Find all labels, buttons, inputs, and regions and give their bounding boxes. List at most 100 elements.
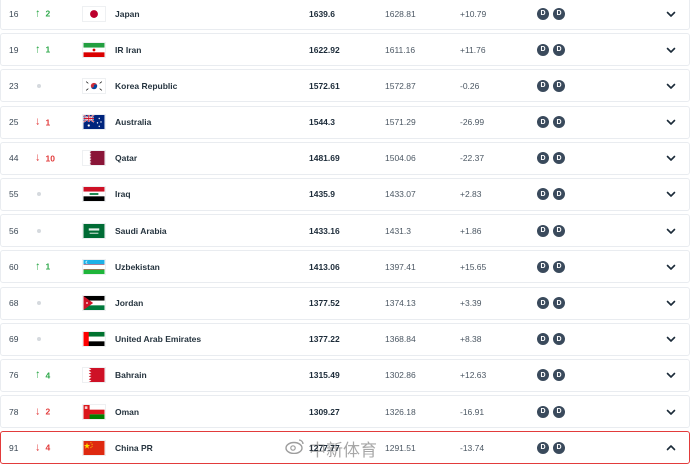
form-badge[interactable]: D bbox=[537, 224, 549, 237]
table-row[interactable]: 78 ↓ 2 Oman 1309.27 1326.18 -16.91 D D bbox=[0, 395, 690, 429]
team-name[interactable]: Iraq bbox=[115, 189, 131, 199]
previous-points: 1431.3 bbox=[385, 225, 411, 236]
form-badge[interactable]: D bbox=[553, 441, 565, 454]
form-badge[interactable]: D bbox=[537, 260, 549, 273]
table-row[interactable]: 69 United Arab Emirates 1377.22 1368.84 … bbox=[0, 322, 690, 356]
form-badges: D D bbox=[537, 152, 565, 165]
korea-flag bbox=[82, 77, 106, 94]
table-row[interactable]: 44 ↓ 10 Qatar 1481.69 1504.06 -22.37 D D bbox=[0, 141, 690, 175]
form-badges: D D bbox=[537, 79, 565, 92]
form-badge[interactable]: D bbox=[553, 43, 565, 56]
no-change-dot-icon bbox=[37, 337, 41, 342]
form-badge[interactable]: D bbox=[553, 297, 565, 309]
team-name[interactable]: Japan bbox=[115, 9, 140, 19]
total-points: 1572.61 bbox=[309, 80, 340, 91]
chevron-down-icon[interactable] bbox=[664, 187, 678, 201]
form-badge[interactable]: D bbox=[553, 116, 565, 129]
form-badge[interactable]: D bbox=[553, 405, 565, 418]
rank-change: ↓ 4 bbox=[35, 442, 50, 453]
team-name[interactable]: Korea Republic bbox=[115, 81, 177, 91]
table-row[interactable]: 91 ↓ 4 China PR 1277.77 1291.51 -13.74 D … bbox=[0, 431, 690, 465]
form-badge[interactable]: D bbox=[537, 116, 549, 129]
table-row[interactable]: 68 Jordan 1377.52 1374.13 +3.39 D D bbox=[0, 286, 690, 320]
form-badge[interactable]: D bbox=[537, 333, 549, 346]
form-badge[interactable]: D bbox=[537, 369, 549, 382]
no-change-dot-icon bbox=[37, 192, 41, 197]
table-row[interactable]: 76 ↑ 4 Bahrain 1315.49 1302.86 +12.63 D D bbox=[0, 358, 690, 392]
chevron-down-icon[interactable] bbox=[664, 332, 678, 346]
form-badge[interactable]: D bbox=[537, 152, 549, 165]
team-name[interactable]: Australia bbox=[115, 117, 151, 127]
team-name[interactable]: Saudi Arabia bbox=[115, 226, 167, 236]
form-badge[interactable]: D bbox=[553, 7, 565, 20]
form-badge[interactable]: D bbox=[553, 188, 565, 201]
points-change: +15.65 bbox=[460, 261, 487, 272]
points-change: +8.38 bbox=[460, 334, 482, 345]
team-name[interactable]: China PR bbox=[115, 443, 153, 453]
form-badge[interactable]: D bbox=[537, 188, 549, 201]
chevron-down-icon[interactable] bbox=[664, 43, 678, 57]
form-badge[interactable]: D bbox=[553, 79, 565, 92]
form-badge[interactable]: D bbox=[537, 7, 549, 20]
chevron-down-icon[interactable] bbox=[664, 405, 678, 419]
rank-change-none bbox=[35, 228, 41, 233]
chevron-down-icon[interactable] bbox=[664, 368, 678, 382]
china-flag bbox=[82, 439, 106, 456]
form-badge[interactable]: D bbox=[537, 79, 549, 92]
table-row[interactable]: 56 Saudi Arabia 1433.16 1431.3 +1.86 D D bbox=[0, 214, 690, 248]
previous-points: 1572.87 bbox=[385, 80, 416, 91]
team-name[interactable]: IR Iran bbox=[115, 45, 141, 55]
team-name[interactable]: Qatar bbox=[115, 153, 137, 163]
table-row[interactable]: 60 ↑ 1 Uzbekistan 1413.06 1397.41 +15.65 … bbox=[0, 250, 690, 284]
team-name[interactable]: Oman bbox=[115, 407, 139, 417]
team-name[interactable]: Uzbekistan bbox=[115, 262, 160, 272]
previous-points: 1374.13 bbox=[385, 298, 416, 308]
total-points: 1413.06 bbox=[309, 261, 340, 272]
points-change: -0.26 bbox=[460, 80, 480, 91]
form-badge[interactable]: D bbox=[537, 405, 549, 418]
rank: 78 bbox=[9, 406, 19, 417]
team-name[interactable]: United Arab Emirates bbox=[115, 334, 201, 344]
form-badges: D D bbox=[537, 405, 565, 418]
form-badge[interactable]: D bbox=[553, 152, 565, 165]
chevron-down-icon[interactable] bbox=[664, 79, 678, 93]
total-points: 1277.77 bbox=[309, 442, 340, 453]
previous-points: 1368.84 bbox=[385, 334, 416, 345]
form-badges: D D bbox=[537, 43, 565, 56]
arrow-up-icon: ↑ bbox=[35, 43, 41, 56]
form-badge[interactable]: D bbox=[537, 43, 549, 56]
chevron-down-icon[interactable] bbox=[664, 151, 678, 165]
jordan-flag bbox=[82, 295, 106, 311]
form-badge[interactable]: D bbox=[553, 224, 565, 237]
rank: 76 bbox=[9, 370, 19, 381]
table-row[interactable]: 19 ↑ 1 IR Iran 1622.92 1611.16 +11.76 D D bbox=[0, 33, 690, 67]
chevron-down-icon[interactable] bbox=[664, 296, 678, 310]
chevron-down-icon[interactable] bbox=[664, 224, 678, 238]
form-badge[interactable]: D bbox=[537, 297, 549, 309]
team-name[interactable]: Jordan bbox=[115, 298, 143, 308]
qatar-flag bbox=[82, 150, 106, 167]
rank-change: ↓ 1 bbox=[35, 116, 50, 128]
chevron-down-icon[interactable] bbox=[664, 7, 678, 21]
form-badge[interactable]: D bbox=[553, 369, 565, 382]
rank-change-value: 1 bbox=[45, 44, 51, 55]
table-row[interactable]: 23 Korea Republic 1572.61 1572.87 -0.26 … bbox=[0, 69, 690, 103]
rank-change-value: 2 bbox=[45, 8, 51, 19]
form-badge[interactable]: D bbox=[553, 260, 565, 273]
rank: 25 bbox=[9, 117, 19, 128]
table-row[interactable]: 55 Iraq 1435.9 1433.07 +2.83 D D bbox=[0, 177, 690, 211]
rank: 91 bbox=[9, 442, 19, 453]
chevron-up-icon[interactable] bbox=[664, 441, 678, 455]
table-row[interactable]: 25 ↓ 1 Australia 1544.3 1571.29 -26.99 D … bbox=[0, 105, 690, 139]
rank: 23 bbox=[9, 80, 19, 91]
uae-flag bbox=[82, 331, 106, 348]
team-name[interactable]: Bahrain bbox=[115, 370, 147, 380]
points-change: +1.86 bbox=[460, 225, 482, 236]
form-badge[interactable]: D bbox=[553, 333, 565, 346]
points-change: +2.83 bbox=[460, 189, 482, 200]
chevron-down-icon[interactable] bbox=[664, 260, 678, 274]
table-row[interactable]: 16 ↑ 2 Japan 1639.6 1628.81 +10.79 D D bbox=[0, 0, 690, 30]
chevron-down-icon[interactable] bbox=[664, 115, 678, 129]
form-badge[interactable]: D bbox=[537, 441, 549, 454]
previous-points: 1571.29 bbox=[385, 117, 416, 128]
